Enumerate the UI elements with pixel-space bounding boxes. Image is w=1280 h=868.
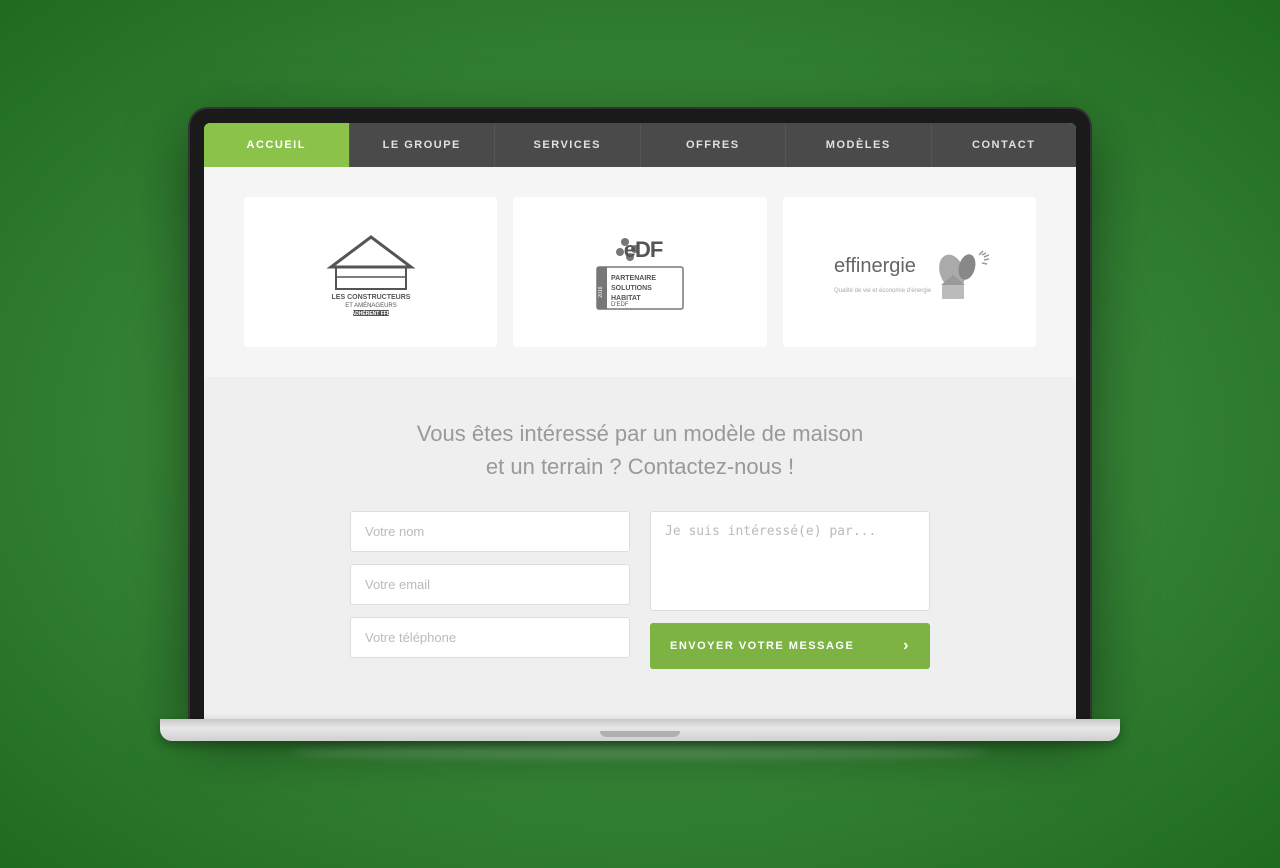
nav-groupe[interactable]: LE GROUPE	[350, 123, 496, 167]
main-nav: ACCUEIL LE GROUPE SERVICES OFFRES MODÈLE…	[204, 123, 1076, 167]
svg-text:Qualité de vie et économie d'é: Qualité de vie et économie d'énergie	[834, 288, 932, 294]
logo-card-constructeurs: LES CONSTRUCTEURS ET AMÉNAGEURS ADHÉRENT…	[244, 197, 497, 347]
email-input[interactable]	[350, 564, 630, 605]
laptop-notch	[600, 731, 680, 737]
laptop-screen-inner: ACCUEIL LE GROUPE SERVICES OFFRES MODÈLE…	[204, 123, 1076, 719]
logo-effinergie: effinergie	[829, 242, 989, 302]
svg-text:ET AMÉNAGEURS: ET AMÉNAGEURS	[345, 302, 397, 309]
svg-text:PARTENAIRE: PARTENAIRE	[611, 275, 656, 282]
contact-form: ENVOYER VOTRE MESSAGE ›	[350, 511, 930, 669]
message-textarea[interactable]	[650, 511, 930, 611]
form-right-column: ENVOYER VOTRE MESSAGE ›	[650, 511, 930, 669]
logo-card-edf: eDF PARTENAIRE SOLUTIONS HABITAT D'EDF 2…	[513, 197, 766, 347]
svg-text:HABITAT: HABITAT	[611, 295, 641, 302]
svg-text:eDF: eDF	[624, 237, 663, 262]
svg-text:D'EDF: D'EDF	[611, 302, 629, 308]
nav-services[interactable]: SERVICES	[495, 123, 641, 167]
contact-title: Vous êtes intéressé par un modèle de mai…	[417, 417, 863, 483]
svg-text:SOLUTIONS: SOLUTIONS	[611, 285, 652, 292]
logo-constructeurs: LES CONSTRUCTEURS ET AMÉNAGEURS ADHÉRENT…	[311, 227, 431, 317]
contact-section: Vous êtes intéressé par un modèle de mai…	[204, 377, 1076, 719]
name-input[interactable]	[350, 511, 630, 552]
submit-button[interactable]: ENVOYER VOTRE MESSAGE ›	[650, 623, 930, 669]
nav-offres[interactable]: OFFRES	[641, 123, 787, 167]
svg-text:effinergie: effinergie	[834, 255, 916, 277]
nav-accueil[interactable]: ACCUEIL	[204, 123, 350, 167]
nav-modeles[interactable]: MODÈLES	[786, 123, 932, 167]
submit-label: ENVOYER VOTRE MESSAGE	[670, 640, 854, 652]
laptop-base	[160, 719, 1120, 741]
phone-input[interactable]	[350, 617, 630, 658]
svg-text:ADHÉRENT FFB: ADHÉRENT FFB	[351, 309, 390, 317]
svg-text:2016: 2016	[598, 286, 604, 297]
laptop-reflection	[290, 747, 990, 759]
laptop-screen-outer: ACCUEIL LE GROUPE SERVICES OFFRES MODÈLE…	[190, 109, 1090, 719]
nav-contact[interactable]: CONTACT	[932, 123, 1077, 167]
submit-arrow-icon: ›	[903, 637, 910, 655]
logos-section: LES CONSTRUCTEURS ET AMÉNAGEURS ADHÉRENT…	[204, 167, 1076, 377]
laptop-wrapper: ACCUEIL LE GROUPE SERVICES OFFRES MODÈLE…	[190, 109, 1090, 759]
svg-text:LES CONSTRUCTEURS: LES CONSTRUCTEURS	[331, 294, 410, 301]
form-left-column	[350, 511, 630, 669]
logo-card-effinergie: effinergie	[783, 197, 1036, 347]
logo-edf: eDF PARTENAIRE SOLUTIONS HABITAT D'EDF 2…	[575, 227, 705, 317]
